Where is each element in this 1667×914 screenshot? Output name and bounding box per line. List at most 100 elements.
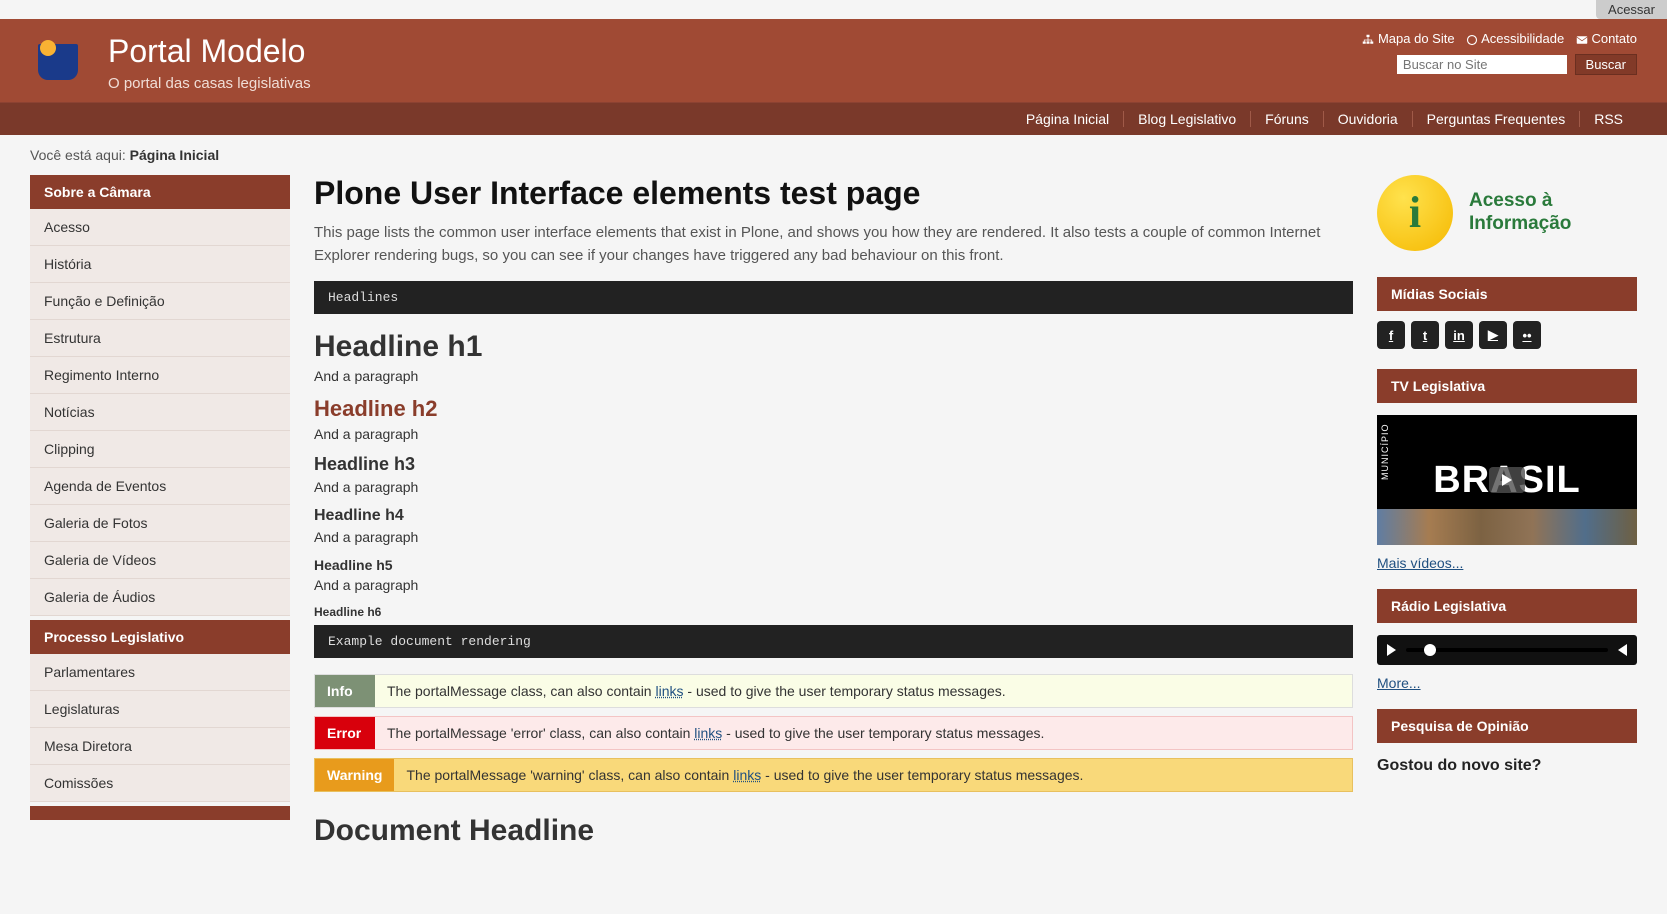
- sitemap-icon: [1362, 34, 1374, 46]
- site-subtitle: O portal das casas legislativas: [108, 75, 311, 92]
- nav-rss[interactable]: RSS: [1580, 111, 1637, 127]
- portlet-tv-head: TV Legislativa: [1377, 369, 1637, 403]
- radio-volume-icon: [1618, 644, 1627, 656]
- nav-home[interactable]: Página Inicial: [1012, 111, 1124, 127]
- portlet-social-head: Mídias Sociais: [1377, 277, 1637, 311]
- sidebar-item[interactable]: Acesso: [30, 209, 290, 245]
- paragraph: And a paragraph: [314, 368, 1353, 384]
- access-bar: Acessar: [0, 0, 1667, 19]
- sidebar-item[interactable]: História: [30, 246, 290, 282]
- sidebar-item[interactable]: Comissões: [30, 765, 290, 801]
- breadcrumb-label: Você está aqui:: [30, 147, 126, 163]
- radio-player[interactable]: [1377, 635, 1637, 665]
- sidebar-item[interactable]: Galeria de Fotos: [30, 505, 290, 541]
- sidebar-item[interactable]: Galeria de Vídeos: [30, 542, 290, 578]
- sidebar-item[interactable]: Função e Definição: [30, 283, 290, 319]
- message-info: Info The portalMessage class, can also c…: [314, 674, 1353, 708]
- message-info-body: The portalMessage class, can also contai…: [375, 675, 1352, 707]
- breadcrumb: Você está aqui: Página Inicial: [0, 135, 1667, 175]
- heading-h5: Headline h5: [314, 557, 1353, 573]
- sidebar-item[interactable]: Parlamentares: [30, 654, 290, 690]
- paragraph: And a paragraph: [314, 426, 1353, 442]
- tv-more-link[interactable]: Mais vídeos...: [1377, 555, 1637, 571]
- global-nav: Página Inicial Blog Legislativo Fóruns O…: [0, 102, 1667, 135]
- search-button[interactable]: Buscar: [1575, 54, 1637, 75]
- tv-municipio-label: MUNICÍPIO: [1380, 424, 1390, 481]
- sidebar-item[interactable]: Legislaturas: [30, 691, 290, 727]
- nav-section-about: Sobre a Câmara: [30, 175, 290, 209]
- message-info-label: Info: [315, 675, 375, 707]
- header-tools: Mapa do Site Acessibilidade Contato Busc…: [1354, 31, 1637, 75]
- site-header: Portal Modelo O portal das casas legisla…: [0, 19, 1667, 102]
- message-link[interactable]: links: [694, 725, 722, 741]
- heading-h3: Headline h3: [314, 454, 1353, 475]
- nav-faq[interactable]: Perguntas Frequentes: [1413, 111, 1581, 127]
- info-icon: i: [1377, 175, 1453, 251]
- sidebar-item[interactable]: Agenda de Eventos: [30, 468, 290, 504]
- play-icon: [1489, 467, 1525, 493]
- twitter-icon[interactable]: t: [1411, 321, 1439, 349]
- info-access-banner[interactable]: i Acesso àInformação: [1377, 175, 1637, 259]
- sidebar-item[interactable]: Estrutura: [30, 320, 290, 356]
- tv-video-thumb[interactable]: MUNICÍPIO BRASIL: [1377, 415, 1637, 545]
- radio-play-icon: [1387, 644, 1396, 656]
- code-block: Example document rendering: [314, 625, 1353, 658]
- page-title: Plone User Interface elements test page: [314, 175, 1353, 212]
- left-column: Sobre a Câmara Acesso História Função e …: [30, 175, 290, 820]
- nav-ouvidoria[interactable]: Ouvidoria: [1324, 111, 1413, 127]
- breadcrumb-current: Página Inicial: [130, 147, 219, 163]
- nav-section-legislative: Processo Legislativo: [30, 620, 290, 654]
- document-headline: Document Headline: [314, 814, 1353, 848]
- accessibility-link[interactable]: Acessibilidade: [1466, 31, 1568, 46]
- radio-more-link[interactable]: More...: [1377, 675, 1637, 691]
- message-link[interactable]: links: [655, 683, 683, 699]
- message-error-body: The portalMessage 'error' class, can als…: [375, 717, 1352, 749]
- nav-list-about: Acesso História Função e Definição Estru…: [30, 209, 290, 616]
- sidebar-item[interactable]: Mesa Diretora: [30, 728, 290, 764]
- site-logo[interactable]: [30, 34, 86, 90]
- facebook-icon[interactable]: f: [1377, 321, 1405, 349]
- radio-knob[interactable]: [1424, 644, 1436, 656]
- social-row: f t in ▶ ••: [1377, 311, 1637, 351]
- sidebar-item[interactable]: Clipping: [30, 431, 290, 467]
- message-error-label: Error: [315, 717, 375, 749]
- accessibility-icon: [1466, 34, 1478, 46]
- search-form: Buscar: [1354, 54, 1637, 75]
- right-column: i Acesso àInformação Mídias Sociais f t …: [1377, 175, 1637, 775]
- sidebar-item[interactable]: Regimento Interno: [30, 357, 290, 393]
- info-access-label: Acesso àInformação: [1469, 190, 1571, 236]
- nav-section-laws: [30, 806, 290, 820]
- nav-blog[interactable]: Blog Legislativo: [1124, 111, 1251, 127]
- heading-h4: Headline h4: [314, 507, 1353, 525]
- nav-foruns[interactable]: Fóruns: [1251, 111, 1324, 127]
- portlet-radio-head: Rádio Legislativa: [1377, 589, 1637, 623]
- contact-link[interactable]: Contato: [1576, 31, 1637, 46]
- youtube-icon[interactable]: ▶: [1479, 321, 1507, 349]
- sitemap-link[interactable]: Mapa do Site: [1362, 31, 1458, 46]
- message-link[interactable]: links: [733, 767, 761, 783]
- portlet-poll-head: Pesquisa de Opinião: [1377, 709, 1637, 743]
- heading-h6: Headline h6: [314, 605, 1353, 619]
- login-button[interactable]: Acessar: [1596, 0, 1667, 19]
- paragraph: And a paragraph: [314, 479, 1353, 495]
- paragraph: And a paragraph: [314, 577, 1353, 593]
- code-block: Headlines: [314, 281, 1353, 314]
- linkedin-icon[interactable]: in: [1445, 321, 1473, 349]
- message-warning: Warning The portalMessage 'warning' clas…: [314, 758, 1353, 792]
- main-content: Plone User Interface elements test page …: [314, 175, 1353, 848]
- radio-track[interactable]: [1406, 648, 1608, 652]
- message-error: Error The portalMessage 'error' class, c…: [314, 716, 1353, 750]
- sidebar-item[interactable]: Notícias: [30, 394, 290, 430]
- paragraph: And a paragraph: [314, 529, 1353, 545]
- mail-icon: [1576, 34, 1588, 46]
- nav-list-legislative: Parlamentares Legislaturas Mesa Diretora…: [30, 654, 290, 802]
- site-title: Portal Modelo: [108, 34, 311, 69]
- message-warning-label: Warning: [315, 759, 394, 791]
- search-input[interactable]: [1397, 55, 1567, 74]
- heading-h1: Headline h1: [314, 330, 1353, 364]
- heading-h2: Headline h2: [314, 396, 1353, 422]
- poll-question: Gostou do novo site?: [1377, 757, 1637, 775]
- flickr-icon[interactable]: ••: [1513, 321, 1541, 349]
- sidebar-item[interactable]: Galeria de Áudios: [30, 579, 290, 615]
- message-warning-body: The portalMessage 'warning' class, can a…: [394, 759, 1352, 791]
